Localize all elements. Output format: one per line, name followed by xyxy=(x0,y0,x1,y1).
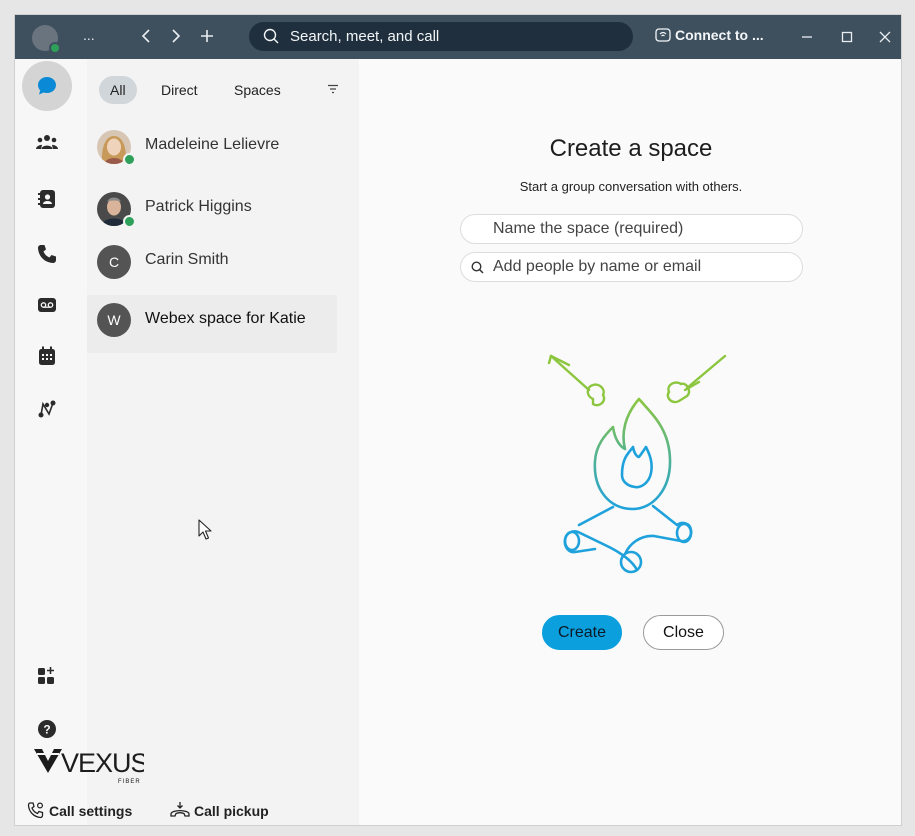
rail-workflows[interactable] xyxy=(22,384,72,434)
calendar-icon xyxy=(39,346,55,365)
connect-icon xyxy=(655,28,671,42)
page-title: Create a space xyxy=(549,135,713,162)
workflow-icon xyxy=(38,400,56,418)
filter-all[interactable]: All xyxy=(99,76,137,104)
title-bar: ... Search, meet, and call Connect to ..… xyxy=(15,15,901,59)
call-pickup-label: Call pickup xyxy=(194,803,269,819)
rail-meetings[interactable] xyxy=(22,331,72,381)
space-name-field[interactable] xyxy=(460,214,803,244)
call-pickup-icon xyxy=(170,802,190,817)
add-apps-icon xyxy=(38,667,54,684)
add-people-input[interactable] xyxy=(493,256,793,278)
logo-sub: FIBER xyxy=(118,779,141,785)
call-settings-link[interactable]: Call settings xyxy=(27,801,132,819)
page-subtitle: Start a group conversation with others. xyxy=(519,179,743,194)
rail-messaging[interactable] xyxy=(22,61,72,111)
conversation-name: Madeleine Lelievre xyxy=(145,136,280,153)
avatar: C xyxy=(97,245,131,279)
call-pickup-link[interactable]: Call pickup xyxy=(170,801,269,819)
search-placeholder: Search, meet, and call xyxy=(290,28,440,45)
rail-calling[interactable] xyxy=(22,229,72,279)
conversation-name: Patrick Higgins xyxy=(145,198,252,215)
status-menu[interactable]: ... xyxy=(83,27,95,43)
conversation-name: Carin Smith xyxy=(145,251,229,268)
svg-text:?: ? xyxy=(43,723,50,737)
list-item[interactable]: Madeleine Lelievre xyxy=(87,127,337,177)
teams-icon xyxy=(36,135,58,149)
conversation-name: Webex space for Katie xyxy=(145,310,306,327)
filter-list-icon[interactable] xyxy=(327,84,339,94)
connect-button[interactable]: Connect to ... xyxy=(655,27,764,43)
filter-direct[interactable]: Direct xyxy=(150,76,209,104)
logo-brand: VEXUS xyxy=(61,748,144,778)
close-window-icon[interactable] xyxy=(873,25,897,49)
presence-dot xyxy=(123,153,136,166)
rail-teams[interactable] xyxy=(22,117,72,167)
mouse-pointer-icon xyxy=(198,519,212,540)
rail-app-hub[interactable] xyxy=(22,651,72,701)
create-button[interactable]: Create xyxy=(542,615,622,650)
rail-voicemail[interactable] xyxy=(22,280,72,330)
conversation-list: All Direct Spaces Madeleine Lelievre Pat… xyxy=(87,59,359,825)
close-button[interactable]: Close xyxy=(643,615,724,650)
list-item[interactable]: W Webex space for Katie xyxy=(87,295,337,353)
webex-window: ... Search, meet, and call Connect to ..… xyxy=(14,14,902,826)
connect-label: Connect to ... xyxy=(675,27,764,43)
help-icon: ? xyxy=(38,720,56,738)
plus-icon[interactable] xyxy=(195,24,219,48)
forward-icon[interactable] xyxy=(163,24,187,48)
search-icon xyxy=(471,261,484,274)
minimize-icon[interactable] xyxy=(795,25,819,49)
search-icon xyxy=(263,28,279,44)
space-name-input[interactable] xyxy=(493,218,793,240)
add-people-field[interactable] xyxy=(460,252,803,282)
search-input[interactable]: Search, meet, and call xyxy=(249,22,633,51)
rail-contacts[interactable] xyxy=(22,174,72,224)
create-space-panel: Create a space Start a group conversatio… xyxy=(359,59,901,825)
vexus-fiber-logo: VEXUS FIBER xyxy=(32,745,149,792)
contacts-icon xyxy=(38,190,55,208)
presence-dot xyxy=(123,215,136,228)
phone-icon xyxy=(38,245,56,263)
presence-dot xyxy=(49,42,61,54)
campfire-illustration xyxy=(547,354,727,574)
navigation-rail: ? xyxy=(15,59,87,825)
list-item[interactable]: Patrick Higgins xyxy=(87,189,337,239)
filter-spaces[interactable]: Spaces xyxy=(223,76,292,104)
voicemail-icon xyxy=(38,298,56,312)
call-settings-icon xyxy=(27,802,44,819)
call-settings-label: Call settings xyxy=(49,803,133,819)
back-icon[interactable] xyxy=(135,24,159,48)
user-avatar[interactable] xyxy=(32,25,61,54)
maximize-icon[interactable] xyxy=(835,25,859,49)
chat-bubble-icon xyxy=(38,77,56,95)
avatar: W xyxy=(97,303,131,337)
list-item[interactable]: C Carin Smith xyxy=(87,242,337,292)
